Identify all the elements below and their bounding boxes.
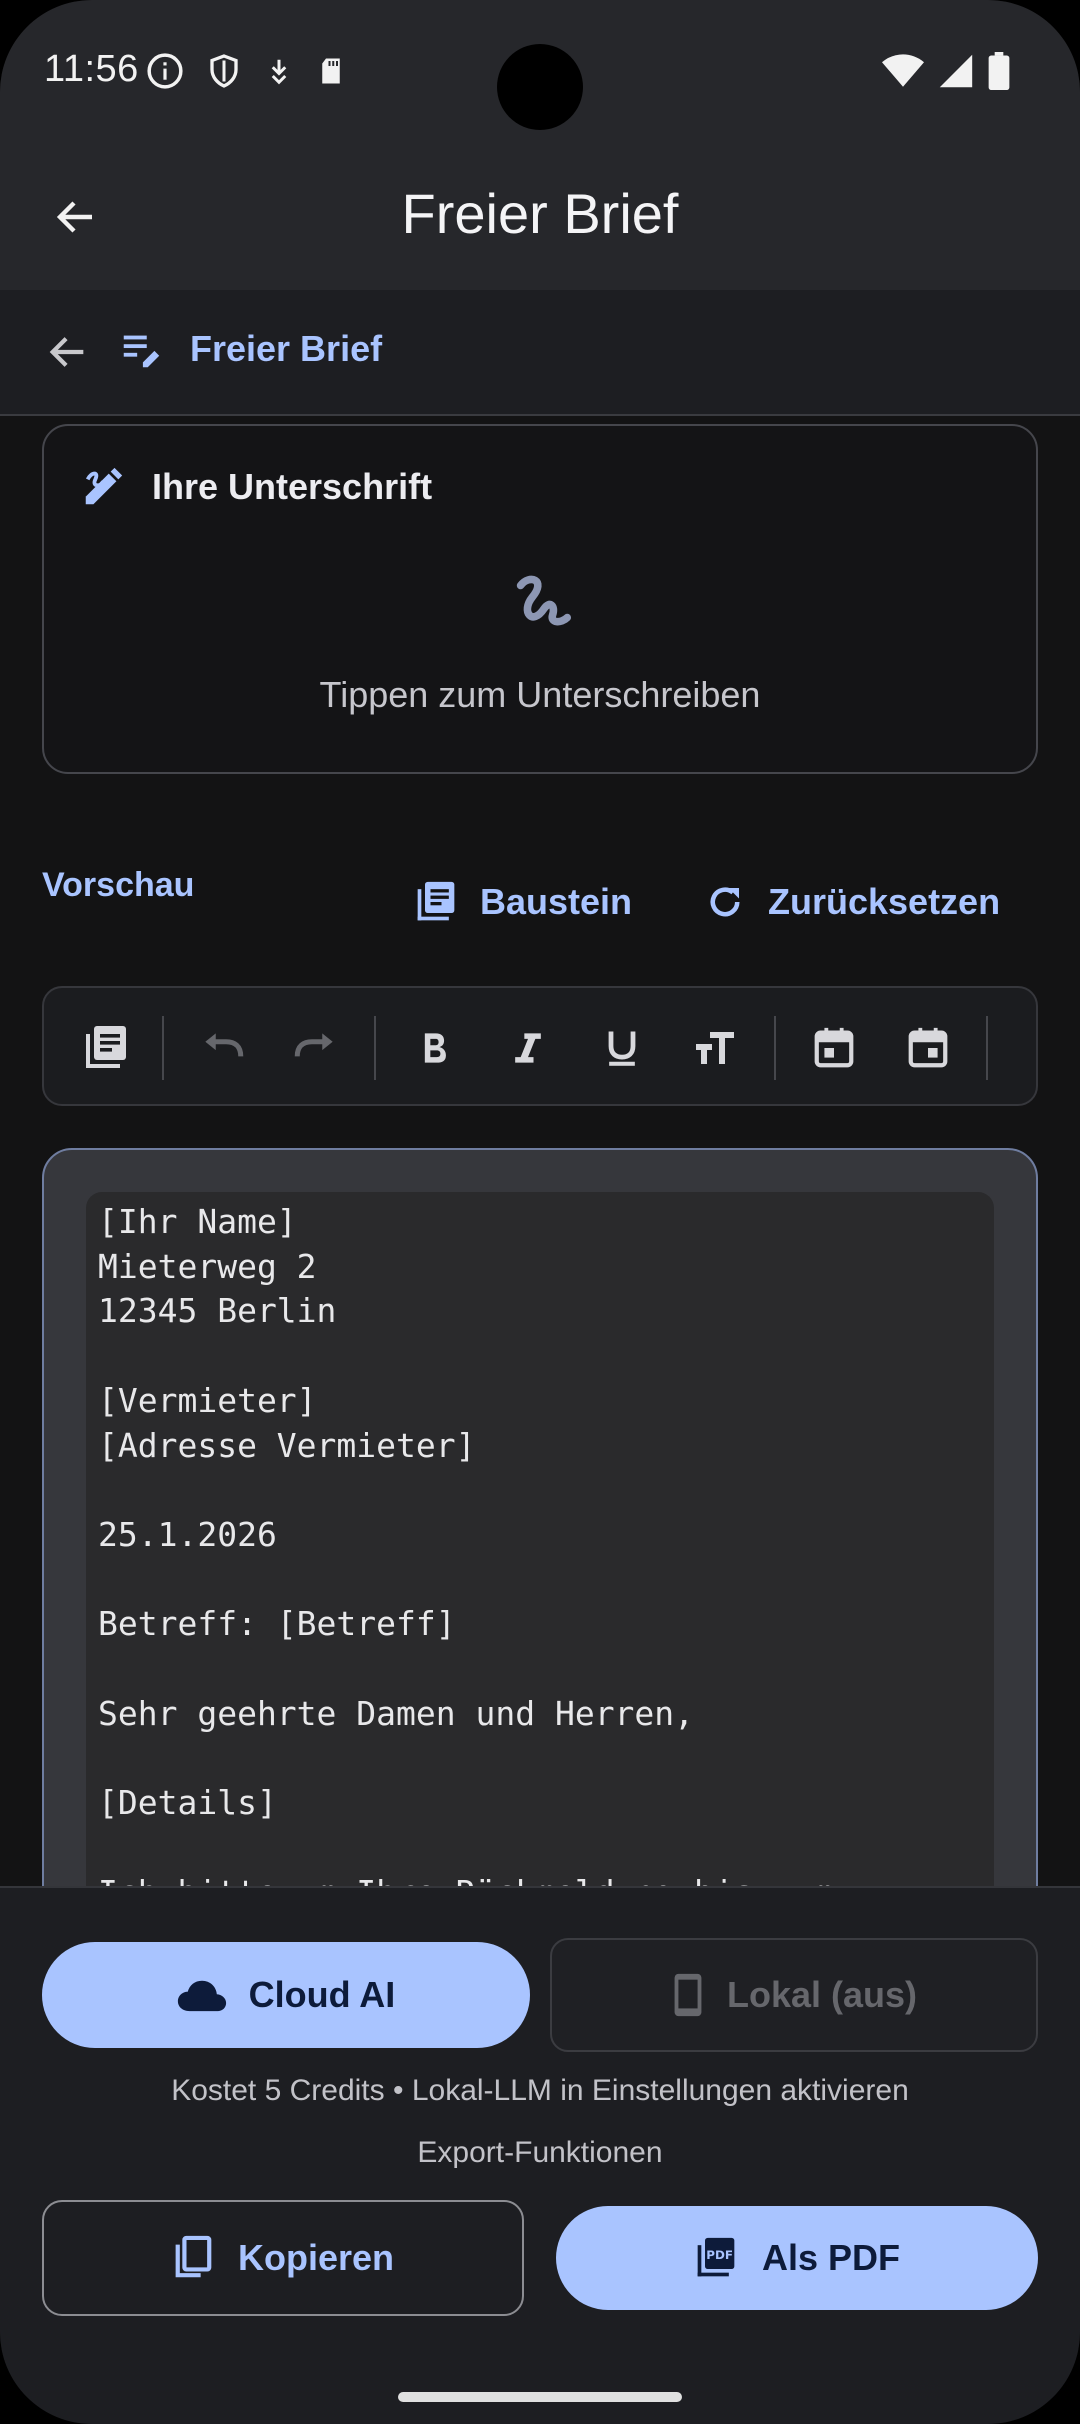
pdf-label: Als PDF: [761, 2237, 901, 2278]
shield-icon: [210, 54, 238, 88]
copy-label: Kopieren: [237, 2237, 395, 2278]
bottom-panel: Cloud AI Lokal (aus) Kostet 5 Credits • …: [0, 1886, 1080, 2424]
status-bar: 11:56: [0, 0, 1080, 145]
cloud-icon: [177, 1980, 226, 2012]
credits-note: Kostet 5 Credits • Lokal-LLM in Einstell…: [171, 2074, 909, 2107]
library-icon: [86, 1026, 126, 1068]
undo-button[interactable]: [192, 1018, 252, 1078]
breadcrumb-label[interactable]: Freier Brief: [190, 328, 382, 370]
phone-screen: 11:56 Freier Brief Freier Brief Ihre Unt: [0, 0, 1080, 2424]
battery-icon: [988, 52, 1010, 90]
pdf-icon: PDF: [697, 2237, 735, 2277]
signature-title: Ihre Unterschrift: [152, 466, 433, 507]
breadcrumb: Freier Brief: [0, 290, 1080, 416]
cloud-ai-button[interactable]: Cloud AI: [42, 1942, 530, 2048]
status-icons-left: [146, 52, 346, 90]
edit-note-icon: [123, 335, 160, 368]
undo-icon: [205, 1033, 244, 1057]
calendar-button[interactable]: [898, 1018, 958, 1078]
toolbar-divider: [162, 1016, 164, 1080]
signature-hint: Tippen zum Unterschreiben: [319, 674, 761, 715]
date-icon: [814, 1027, 854, 1068]
preview-label: Vorschau: [42, 866, 195, 904]
reset-button[interactable]: Zurücksetzen: [704, 872, 1000, 932]
reset-label: Zurücksetzen: [768, 881, 1001, 922]
pdf-button[interactable]: PDF Als PDF: [556, 2206, 1038, 2310]
signal-icon: [939, 54, 973, 88]
sd-card-icon: [322, 58, 340, 84]
copy-button[interactable]: Kopieren: [42, 2200, 524, 2316]
text-size-icon: [696, 1032, 734, 1064]
insert-date-button[interactable]: [804, 1018, 864, 1078]
letter-text: [Ihr Name] Mieterweg 2 12345 Berlin [Ver…: [98, 1202, 833, 1912]
text-size-button[interactable]: [686, 1018, 746, 1078]
signature-icon: [85, 467, 123, 505]
local-llm-label: Lokal (aus): [726, 1974, 918, 2015]
refresh-icon: [710, 887, 740, 917]
letter-text-area[interactable]: [Ihr Name] Mieterweg 2 12345 Berlin [Ver…: [86, 1192, 994, 1926]
arrow-back-icon: [49, 337, 84, 367]
status-time: 11:56: [44, 48, 139, 90]
italic-button[interactable]: [498, 1018, 558, 1078]
underline-icon: [608, 1031, 636, 1066]
download-icon: [271, 59, 287, 85]
svg-text:PDF: PDF: [706, 2248, 733, 2262]
toolbar-divider: [774, 1016, 776, 1080]
redo-icon: [294, 1033, 333, 1057]
wifi-icon: [882, 54, 924, 87]
status-icons-right: [882, 52, 1010, 90]
info-icon: [147, 53, 183, 89]
bold-icon: [424, 1033, 446, 1063]
app-bar: Freier Brief: [0, 145, 1080, 290]
underline-button[interactable]: [592, 1018, 652, 1078]
draw-icon: [516, 575, 572, 626]
home-indicator[interactable]: [398, 2392, 682, 2402]
breadcrumb-back-button[interactable]: [36, 320, 100, 384]
library-books-icon: [417, 881, 455, 921]
calendar-icon: [908, 1027, 948, 1068]
toolbar-divider: [374, 1016, 376, 1080]
local-llm-button[interactable]: Lokal (aus): [550, 1938, 1038, 2052]
copy-icon: [175, 2235, 212, 2278]
baustein-label: Baustein: [480, 881, 633, 922]
cloud-ai-label: Cloud AI: [248, 1974, 396, 2015]
phone-icon: [674, 1973, 702, 2017]
toolbar-library-button[interactable]: [76, 1018, 136, 1078]
toolbar-divider: [986, 1016, 988, 1080]
bold-button[interactable]: [404, 1018, 464, 1078]
italic-icon: [515, 1033, 541, 1063]
signature-card[interactable]: Ihre Unterschrift Tippen zum Unterschrei…: [42, 424, 1038, 774]
page-title: Freier Brief: [401, 182, 679, 245]
export-label: Export-Funktionen: [417, 2136, 663, 2169]
formatting-toolbar: [42, 986, 1038, 1106]
front-camera: [497, 44, 583, 130]
redo-button[interactable]: [286, 1018, 346, 1078]
letter-editor: [Ihr Name] Mieterweg 2 12345 Berlin [Ver…: [42, 1148, 1038, 1928]
baustein-button[interactable]: Baustein: [414, 872, 632, 932]
